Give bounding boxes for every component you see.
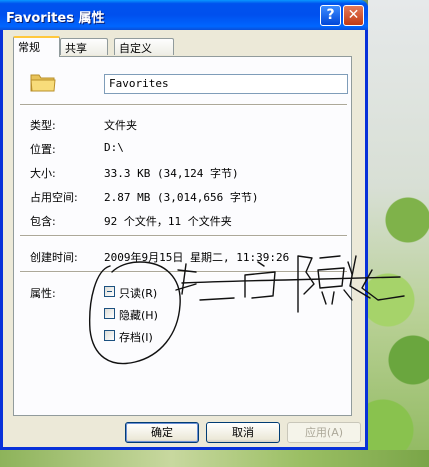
contains-value: 92 个文件，11 个文件夹 [104,215,232,228]
type-label: 类型: [30,119,56,132]
size-on-disk-label: 占用空间: [30,191,78,204]
size-on-disk-value: 2.87 MB (3,014,656 字节) [104,191,259,204]
separator [20,104,347,106]
help-icon[interactable]: ? [320,5,341,26]
apply-button[interactable]: 应用(A) [287,422,361,443]
separator [20,271,347,273]
readonly-label: 只读(R) [119,287,158,300]
separator [20,235,347,237]
attributes-label: 属性: [30,287,56,300]
folder-icon [30,74,56,92]
type-value: 文件夹 [104,119,137,132]
tab-general[interactable]: 常规 [13,36,60,57]
cancel-button[interactable]: 取消 [206,422,280,443]
hidden-label: 隐藏(H) [119,309,158,322]
window-title: Favorites 属性 [6,11,105,26]
contains-label: 包含: [30,215,56,228]
size-value: 33.3 KB (34,124 字节) [104,167,239,180]
close-icon[interactable]: ✕ [343,5,364,26]
tab-customize[interactable]: 自定义 [114,38,174,55]
created-value: 2009年9月15日 星期二, 11:39:26 [104,251,290,264]
hidden-checkbox[interactable] [104,308,115,319]
archive-checkbox[interactable] [104,330,115,341]
ok-button[interactable]: 确定 [125,422,199,443]
properties-dialog: Favorites 属性 ? ✕ 常规 共享 自定义 Favorites 类型:… [0,0,368,450]
desktop-background-plant [368,0,429,467]
readonly-checkbox[interactable] [104,286,115,297]
title-bar[interactable]: Favorites 属性 ? ✕ [0,0,368,30]
desktop-background-bottom [0,450,429,467]
location-label: 位置: [30,143,56,156]
size-label: 大小: [30,167,56,180]
folder-name-field[interactable]: Favorites [104,74,348,94]
created-label: 创建时间: [30,251,78,264]
archive-label: 存档(I) [119,331,153,344]
location-value: D:\ [104,141,124,154]
tab-share[interactable]: 共享 [60,38,108,55]
general-panel: Favorites 类型: 文件夹 位置: D:\ 大小: 33.3 KB (3… [13,56,352,416]
